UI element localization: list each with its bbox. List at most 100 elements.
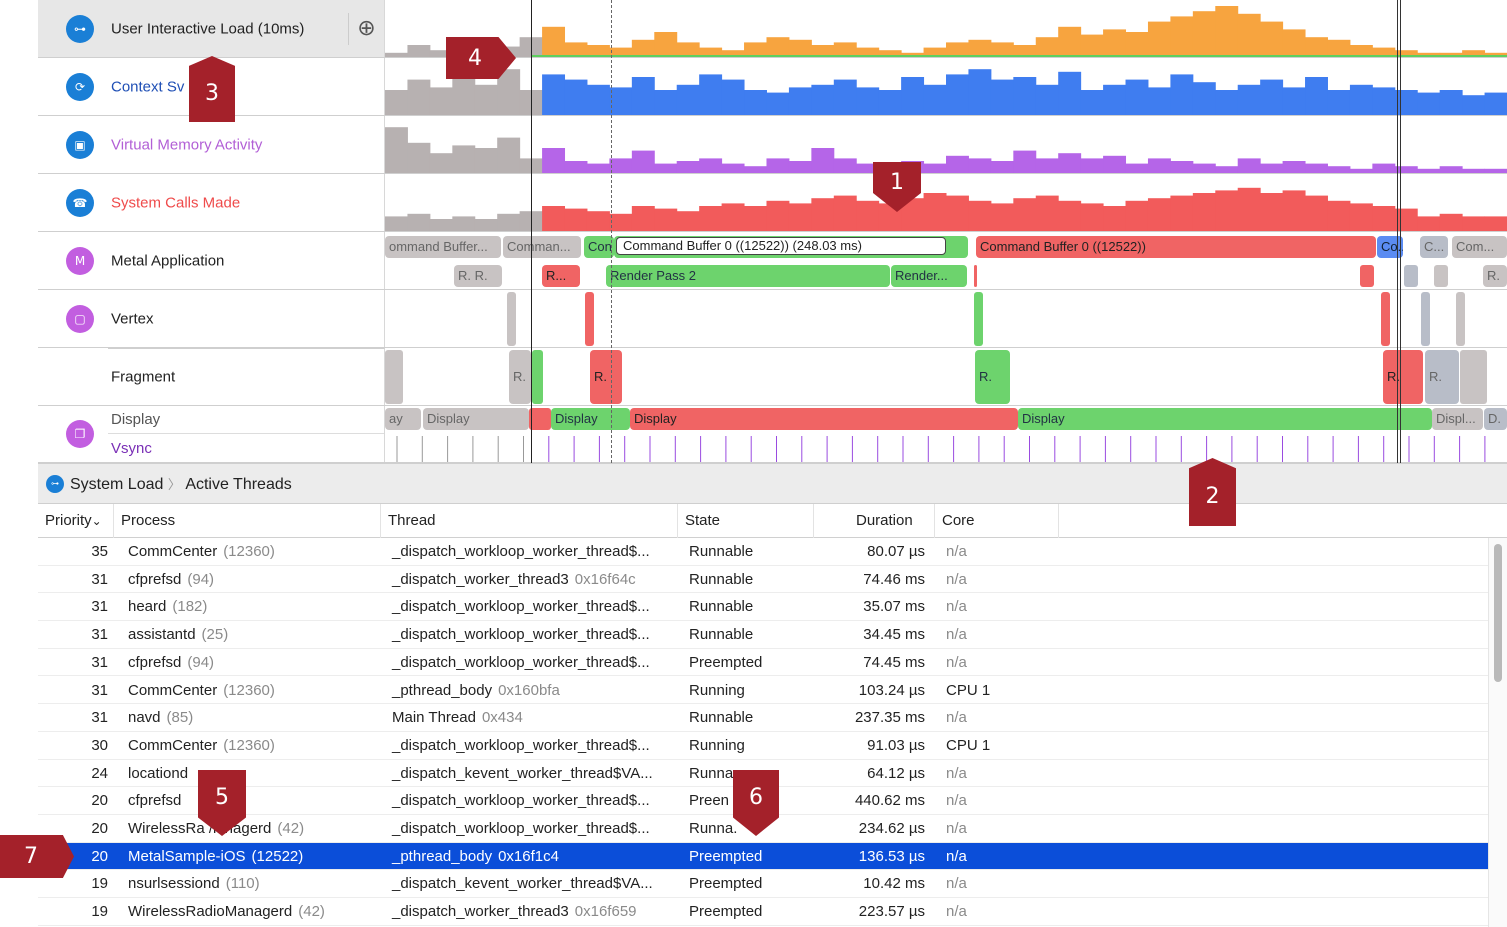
fragment-bar[interactable]: R. xyxy=(975,350,1010,404)
system-calls-graph[interactable] xyxy=(385,174,1507,231)
display-segment[interactable] xyxy=(529,408,551,430)
table-row[interactable]: 31 cfprefsd (94) _dispatch_worker_thread3 0x… xyxy=(38,565,1488,594)
graph-bar xyxy=(1058,153,1082,173)
track-user-interactive-load[interactable]: ⊶ User Interactive Load (10ms) ⊕ xyxy=(38,0,1507,58)
table-row[interactable]: 19 nsurlsessiond (110) _dispatch_kevent_wor… xyxy=(38,870,1488,899)
vertex-bar[interactable] xyxy=(1456,292,1465,346)
table-row[interactable]: 31 navd (85) Main Thread 0x434 Runnable 237.35… xyxy=(38,704,1488,732)
render-pass-segment[interactable]: R... xyxy=(542,265,580,287)
column-header-thread[interactable]: Thread xyxy=(381,504,678,538)
vertex-bar[interactable] xyxy=(507,292,516,346)
cell-duration: 91.03 µs xyxy=(814,732,925,759)
track-system-calls[interactable]: ☎ System Calls Made xyxy=(38,174,1507,232)
fragment-bar[interactable] xyxy=(1460,350,1487,404)
column-header-core[interactable]: Core xyxy=(935,504,1059,538)
graph-bar xyxy=(1305,195,1328,231)
fragment-bar[interactable] xyxy=(532,350,543,404)
track-fragment[interactable]: Fragment R. R. R. R. R. xyxy=(38,348,1507,406)
render-pass-segment[interactable] xyxy=(1434,265,1448,287)
display-segment[interactable]: D. xyxy=(1484,408,1507,430)
track-virtual-memory[interactable]: ▣ Virtual Memory Activity xyxy=(38,116,1507,174)
vertex-bar[interactable] xyxy=(1421,292,1430,346)
display-segment[interactable]: Displ... xyxy=(1432,408,1483,430)
fragment-bar[interactable] xyxy=(385,350,403,404)
breadcrumb-leaf[interactable]: Active Threads xyxy=(185,476,291,493)
column-header-state[interactable]: State xyxy=(678,504,814,538)
render-pass-segment[interactable]: Render Pass 2 xyxy=(606,265,890,287)
breadcrumb-root[interactable]: System Load xyxy=(70,476,163,493)
render-pass-segment[interactable] xyxy=(1404,265,1418,287)
vertex-bar[interactable] xyxy=(585,292,594,346)
display-segment[interactable]: Display xyxy=(551,408,630,430)
table-row[interactable]: 31 cfprefsd (94) _dispatch_workloop_worker_… xyxy=(38,648,1488,677)
inspection-line-right[interactable] xyxy=(1397,0,1401,463)
vertex-timeline[interactable] xyxy=(385,290,1507,347)
context-switch-graph[interactable] xyxy=(385,58,1507,115)
track-label-area[interactable]: M Metal Application xyxy=(38,232,385,289)
command-buffer-segment[interactable]: Con xyxy=(584,236,614,258)
inspection-line-dashed[interactable] xyxy=(611,0,612,463)
column-header-process[interactable]: Process xyxy=(114,504,381,538)
command-buffer-segment[interactable]: ommand Buffer... xyxy=(385,236,501,258)
render-pass-segment[interactable] xyxy=(1360,265,1374,287)
render-pass-segment[interactable]: Render... xyxy=(891,265,967,287)
cell-thread-text: _dispatch_workloop_worker_thread$... xyxy=(392,598,650,616)
command-buffer-segment[interactable]: C... xyxy=(1420,236,1448,258)
track-display[interactable]: ❐ Display Vsync ay Display Display Displ… xyxy=(38,406,1507,463)
table-row[interactable]: 31 CommCenter (12360) _pthread_body 0x160bfa… xyxy=(38,676,1488,705)
cell-core-text: CPU 1 xyxy=(946,681,991,699)
track-label-area[interactable]: ☎ System Calls Made xyxy=(38,174,385,231)
table-row-selected[interactable]: 20 MetalSample-iOS (12522) _pthread_body 0x1… xyxy=(38,842,1488,871)
track-label-area[interactable]: ▣ Virtual Memory Activity xyxy=(38,116,385,173)
cell-state-text: Runnable xyxy=(689,598,754,616)
cell-process-text: CommCenter xyxy=(128,681,218,699)
virtual-memory-graph[interactable] xyxy=(385,116,1507,173)
graph-bar xyxy=(788,39,812,57)
display-segment[interactable]: Display xyxy=(630,408,1018,430)
table-row[interactable]: 35 CommCenter (12360) _dispatch_workloop_wo… xyxy=(38,538,1488,566)
track-label-area[interactable]: ⊶ User Interactive Load (10ms) ⊕ xyxy=(38,0,385,57)
column-header-duration[interactable]: Duration xyxy=(814,504,935,538)
column-header-priority[interactable]: Priority⌄ xyxy=(38,504,114,538)
track-metal-application[interactable]: M Metal Application ommand Buffer... Com… xyxy=(38,232,1507,290)
vertex-bar[interactable] xyxy=(974,292,983,346)
inspection-line-left[interactable] xyxy=(531,0,532,463)
fragment-bar[interactable]: R. xyxy=(1383,350,1423,404)
table-scrollbar[interactable] xyxy=(1488,538,1507,927)
track-label-area[interactable]: ▢ Vertex xyxy=(38,290,385,347)
cell-priority: 30 xyxy=(38,732,108,759)
display-segment[interactable]: Display xyxy=(423,408,529,430)
command-buffer-segment[interactable]: Comman... xyxy=(503,236,581,258)
cell-duration: 223.57 µs xyxy=(814,898,925,925)
display-segment[interactable]: ay xyxy=(385,408,421,430)
table-row[interactable]: 31 heard (182) _dispatch_workloop_worker_th… xyxy=(38,593,1488,622)
cell-priority: 24 xyxy=(38,760,108,787)
fragment-bar[interactable]: R. xyxy=(590,350,622,404)
fragment-timeline[interactable]: R. R. R. R. R. xyxy=(385,348,1507,405)
vertex-bar[interactable] xyxy=(1381,292,1390,346)
metal-application-timeline[interactable]: ommand Buffer... Comman... Con Command B… xyxy=(385,232,1507,289)
command-buffer-segment[interactable]: Command Buffer 0 ((12522)) xyxy=(976,236,1376,258)
track-label-area[interactable]: Fragment xyxy=(108,348,385,405)
table-row[interactable]: 19 WirelessRadioManagerd (42) _dispatch_wor… xyxy=(38,898,1488,926)
fragment-bar[interactable]: R. xyxy=(509,350,531,404)
graph-bar xyxy=(1327,200,1351,231)
fragment-bar[interactable]: R. xyxy=(1425,350,1459,404)
load-graph[interactable] xyxy=(385,0,1507,57)
scrollbar-thumb[interactable] xyxy=(1494,544,1502,682)
display-timeline[interactable]: ay Display Display Display Display Displ… xyxy=(385,406,1507,462)
render-pass-segment[interactable] xyxy=(974,265,977,287)
render-pass-segment[interactable]: R. xyxy=(1483,265,1507,287)
command-buffer-segment[interactable]: Com... xyxy=(1452,236,1507,258)
command-buffer-segment-selected[interactable]: Command Buffer 0 ((12522)) (248.03 ms) xyxy=(614,236,968,258)
render-pass-segment[interactable]: R. R. xyxy=(454,265,502,287)
track-context-switch[interactable]: ⟳ Context Sv xyxy=(38,58,1507,116)
table-row[interactable]: 31 assistantd (25) _dispatch_workloop_worke… xyxy=(38,621,1488,649)
graph-bar xyxy=(1215,6,1239,57)
add-track-button[interactable]: ⊕ xyxy=(348,13,384,45)
track-label-area[interactable]: ❐ Display Vsync xyxy=(38,406,385,462)
table-row[interactable]: 30 CommCenter (12360) _dispatch_workloop_wo… xyxy=(38,731,1488,760)
command-buffer-tooltip: Command Buffer 0 ((12522)) (248.03 ms) xyxy=(616,237,946,255)
display-segment[interactable]: Display xyxy=(1018,408,1432,430)
track-vertex[interactable]: ▢ Vertex xyxy=(38,290,1507,348)
